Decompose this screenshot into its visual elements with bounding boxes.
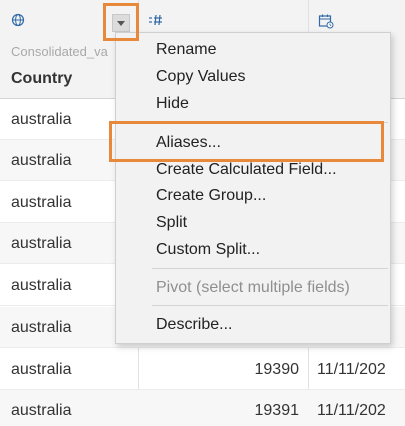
menu-divider xyxy=(152,268,388,269)
menu-item-custom-split[interactable]: Custom Split... xyxy=(156,239,260,261)
menu-item-create-calculated-field[interactable]: Create Calculated Field... xyxy=(156,159,337,181)
cell-country: australia xyxy=(11,277,72,294)
menu-item-create-group[interactable]: Create Group... xyxy=(156,185,266,207)
cell-country: australia xyxy=(11,319,72,336)
menu-item-pivot: Pivot (select multiple fields) xyxy=(156,279,350,296)
menu-item-copy-values[interactable]: Copy Values xyxy=(156,66,246,88)
cell-country: australia xyxy=(11,194,72,211)
cell-country: australia xyxy=(11,235,72,252)
cell-number: 19390 xyxy=(254,361,300,378)
menu-item-hide[interactable]: Hide xyxy=(156,93,189,115)
cell-country: australia xyxy=(11,402,72,419)
menu-item-describe[interactable]: Describe... xyxy=(156,314,232,336)
number-icon[interactable] xyxy=(148,13,164,29)
table-row[interactable]: australia 19390 11/11/202 xyxy=(0,349,405,390)
menu-item-split[interactable]: Split xyxy=(156,212,187,234)
aliases-highlight-box xyxy=(109,121,384,162)
calendar-icon[interactable] xyxy=(318,13,334,29)
dropdown-highlight-box xyxy=(103,3,139,41)
menu-divider xyxy=(152,305,388,306)
cell-date: 11/11/202 xyxy=(317,361,386,378)
menu-item-rename[interactable]: Rename xyxy=(156,39,216,61)
globe-icon[interactable] xyxy=(11,13,27,29)
data-grid-view: Consolidated_va Country australia austra… xyxy=(0,0,405,426)
cell-country: australia xyxy=(11,361,72,378)
column-source-name: Consolidated_va xyxy=(11,44,108,59)
cell-country: australia xyxy=(11,111,72,128)
table-row[interactable]: australia 19391 11/11/202 xyxy=(0,390,405,426)
cell-number: 19391 xyxy=(254,402,300,419)
cell-country: australia xyxy=(11,152,72,169)
cell-date: 11/11/202 xyxy=(317,402,386,419)
column-context-menu: Rename Copy Values Hide Aliases... Creat… xyxy=(115,32,391,344)
column-field-name[interactable]: Country xyxy=(11,70,72,88)
